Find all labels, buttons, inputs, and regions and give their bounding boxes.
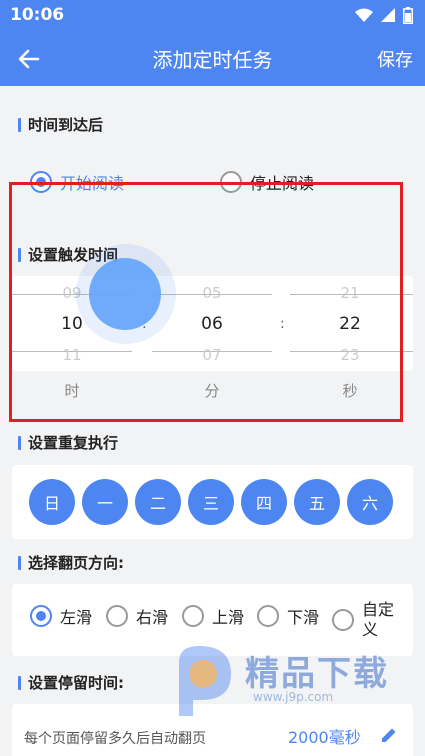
wifi-icon [355,8,373,22]
day-button-sun[interactable]: 日 [29,479,75,525]
watermark: 精品下载 www.j9p.com [165,640,405,720]
time-picker-card: 09 10 11 : 05 06 07 : 21 22 23 [12,276,413,371]
up-swipe-label: 上滑 [212,608,245,627]
hour-unit-label: 时 [64,382,80,400]
second-divider-top [290,294,413,295]
trigger-section-title: 时间到达后 [18,114,103,135]
radio-unchecked-icon [257,605,279,627]
radio-unchecked-icon [332,609,354,631]
stay-section-title: 设置停留时间: [18,672,124,693]
section-marker [18,247,21,262]
radio-unchecked-icon [182,605,204,627]
day-button-thu[interactable]: 四 [241,479,287,525]
day-button-fri[interactable]: 五 [294,479,340,525]
repeat-title-text: 设置重复执行 [28,434,119,452]
stay-description: 每个页面停留多久后自动翻页 [24,731,206,747]
hour-next: 11 [62,346,82,364]
direction-section-title: 选择翻页方向: [18,552,124,573]
stay-value: 2000毫秒 [288,728,361,747]
radio-stop-reading[interactable]: 停止阅读 [220,170,314,194]
trigger-title-text: 时间到达后 [28,116,104,134]
radio-unchecked-icon [220,171,242,193]
direction-title-text: 选择翻页方向: [28,554,124,572]
edit-pencil-icon[interactable] [380,726,398,744]
start-reading-label: 开始阅读 [60,174,125,193]
radio-left-swipe[interactable]: 左滑 [30,604,92,628]
app-bar: 添加定时任务 保存 [0,30,425,86]
section-marker [18,555,21,570]
second-next: 23 [340,346,360,364]
left-swipe-label: 左滑 [60,608,93,627]
watermark-url: www.j9p.com [253,690,334,704]
radio-start-reading[interactable]: 开始阅读 [30,170,124,194]
watermark-text: 精品下载 [245,654,389,694]
status-bar: 10:06 [0,0,425,30]
minute-unit-label: 分 [204,382,220,400]
second-unit-label: 秒 [342,382,358,400]
page-title: 添加定时任务 [152,48,273,72]
second-value: 22 [339,314,361,334]
second-prev: 21 [340,284,360,302]
touch-indicator [89,258,161,330]
day-button-sat[interactable]: 六 [347,479,393,525]
section-marker [18,117,21,132]
save-button[interactable]: 保存 [377,46,413,72]
radio-custom[interactable]: 自定 义 [332,600,394,640]
radio-unchecked-icon [106,605,128,627]
radio-up-swipe[interactable]: 上滑 [182,604,244,628]
second-wheel[interactable]: 21 22 23 [290,276,413,371]
right-swipe-label: 右滑 [136,608,169,627]
watermark-logo-icon [179,646,231,716]
radio-checked-icon [30,605,52,627]
signal-icon [381,8,395,22]
radio-checked-icon [30,171,52,193]
day-button-wed[interactable]: 三 [188,479,234,525]
radio-down-swipe[interactable]: 下滑 [257,604,319,628]
minute-next: 07 [202,346,222,364]
stay-title-text: 设置停留时间: [28,674,124,692]
stop-reading-label: 停止阅读 [250,174,315,193]
day-button-mon[interactable]: 一 [82,479,128,525]
custom-label: 自定 义 [362,600,395,639]
time-colon: : [280,316,285,332]
day-button-tue[interactable]: 二 [135,479,181,525]
radio-right-swipe[interactable]: 右滑 [106,604,168,628]
repeat-days-card: 日 一 二 三 四 五 六 [12,465,413,539]
section-marker [18,675,21,690]
status-time: 10:06 [10,5,65,25]
down-swipe-label: 下滑 [287,608,320,627]
status-icons [355,6,413,24]
repeat-section-title: 设置重复执行 [18,432,118,453]
section-marker [18,435,21,450]
battery-icon [403,6,413,24]
